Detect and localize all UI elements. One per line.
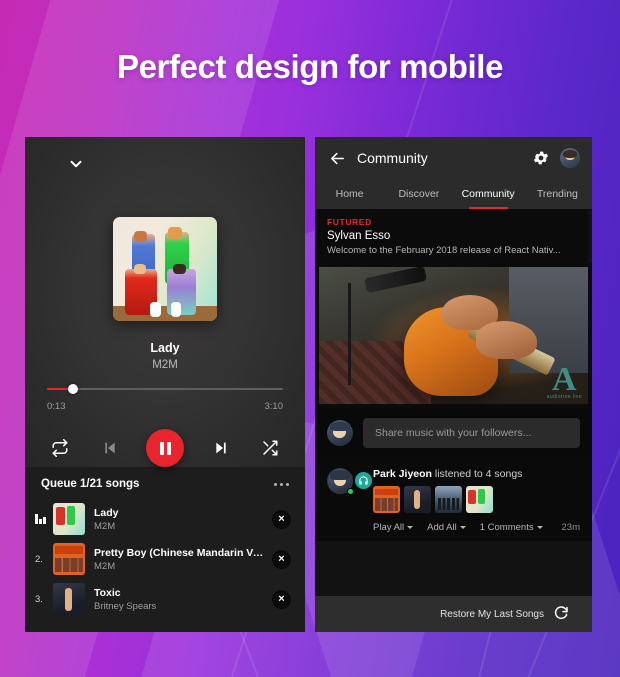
chevron-down-icon [537, 526, 543, 529]
tab-trending[interactable]: Trending [523, 179, 592, 209]
tab-home[interactable]: Home [315, 179, 384, 209]
table-row[interactable]: Lady M2M × [25, 499, 305, 539]
post-thumb[interactable] [435, 486, 462, 513]
avatar[interactable] [560, 148, 580, 168]
gear-icon[interactable] [532, 149, 550, 167]
community-tabs: Home Discover Community Trending [315, 179, 592, 209]
queue-row-cover [53, 583, 85, 615]
chevron-down-icon [407, 526, 413, 529]
page-title: Community [357, 150, 532, 166]
elapsed-time: 0:13 [47, 401, 66, 412]
pause-button[interactable] [146, 429, 184, 467]
post-action-text: listened to 4 songs [432, 468, 522, 480]
track-artist: M2M [25, 359, 305, 371]
queue-row-title: Pretty Boy (Chinese Mandarin Versi... [94, 547, 266, 559]
online-status-dot [347, 488, 354, 495]
more-options-icon[interactable] [274, 483, 289, 486]
post-thumb[interactable] [404, 486, 431, 513]
queue-panel: Queue 1/21 songs Lady M2M × 2. Pretty Bo… [25, 467, 305, 632]
post-timestamp: 23m [562, 522, 580, 533]
remove-from-queue-button[interactable]: × [272, 590, 291, 609]
progress-slider[interactable] [47, 387, 283, 391]
queue-row-index: 2. [35, 554, 53, 565]
next-card-peek [586, 209, 592, 263]
watermark-subtitle: audiotree live [547, 394, 582, 400]
headphones-icon [355, 472, 372, 489]
featured-card[interactable]: FUTURED Sylvan Esso Welcome to the Febru… [315, 209, 592, 263]
post-thumbnails [373, 486, 580, 513]
restore-bar[interactable]: Restore My Last Songs [315, 596, 592, 632]
community-header: Community Home Discover Community Trendi… [315, 137, 592, 209]
community-screen: Community Home Discover Community Trendi… [315, 137, 592, 632]
repeat-icon[interactable] [47, 435, 73, 461]
post-thumb[interactable] [373, 486, 400, 513]
comments-button[interactable]: 1 Comments [480, 522, 543, 533]
featured-badge: FUTURED [327, 217, 580, 227]
play-all-label: Play All [373, 522, 404, 533]
comments-label: 1 Comments [480, 522, 534, 533]
queue-row-artist: Britney Spears [94, 601, 266, 612]
add-all-button[interactable]: Add All [427, 522, 466, 533]
tab-discover[interactable]: Discover [384, 179, 453, 209]
post-author[interactable]: Park Jiyeon [373, 468, 432, 480]
queue-row-index: 3. [35, 594, 53, 605]
table-row[interactable]: 2. Pretty Boy (Chinese Mandarin Versi...… [25, 539, 305, 579]
queue-row-artist: M2M [94, 561, 266, 572]
previous-track-icon[interactable] [97, 435, 123, 461]
composer-avatar[interactable] [327, 420, 353, 446]
queue-row-cover [53, 503, 85, 535]
table-row[interactable]: 3. Toxic Britney Spears × [25, 579, 305, 619]
watermark-letter: A [547, 366, 582, 394]
search-input[interactable]: Share music with your followers... [363, 418, 580, 448]
audiotree-watermark-icon: A audiotree live [547, 366, 582, 400]
tab-community[interactable]: Community [454, 179, 523, 209]
play-all-button[interactable]: Play All [373, 522, 413, 533]
refresh-icon[interactable] [553, 605, 569, 624]
album-art[interactable] [113, 217, 217, 321]
next-track-icon[interactable] [208, 435, 234, 461]
post-headline: Park Jiyeon listened to 4 songs [373, 468, 580, 480]
featured-description: Welcome to the February 2018 release of … [327, 245, 580, 256]
list-item: Park Jiyeon listened to 4 songs Play All… [315, 458, 592, 541]
restore-label: Restore My Last Songs [440, 609, 544, 620]
player-screen: Lady M2M 0:13 3:10 [25, 137, 305, 632]
remove-from-queue-button[interactable]: × [272, 550, 291, 569]
queue-header: Queue 1/21 songs [25, 467, 305, 499]
back-arrow-icon[interactable] [327, 148, 347, 168]
post-thumb[interactable] [466, 486, 493, 513]
page-title: Perfect design for mobile [0, 48, 620, 86]
queue-row-playing-indicator [35, 514, 53, 524]
chevron-down-icon [460, 526, 466, 529]
queue-row-artist: M2M [94, 521, 266, 532]
track-title: Lady [25, 341, 305, 355]
featured-photo[interactable]: A audiotree live [315, 263, 592, 408]
chevron-down-icon[interactable] [67, 155, 85, 173]
duration-time: 3:10 [265, 401, 284, 412]
remove-from-queue-button[interactable]: × [272, 510, 291, 529]
playback-controls [25, 425, 305, 471]
queue-row-title: Toxic [94, 587, 266, 599]
equalizer-icon [35, 514, 53, 524]
featured-title: Sylvan Esso [327, 230, 580, 242]
shuffle-icon[interactable] [257, 435, 283, 461]
queue-title: Queue 1/21 songs [41, 478, 139, 490]
now-playing-area: Lady M2M 0:13 3:10 [25, 137, 305, 467]
post-actions: Play All Add All 1 Comments 23m [373, 522, 580, 533]
queue-row-title: Lady [94, 507, 266, 519]
time-labels: 0:13 3:10 [47, 401, 283, 412]
composer-row: Share music with your followers... [315, 408, 592, 458]
queue-row-cover [53, 543, 85, 575]
add-all-label: Add All [427, 522, 457, 533]
